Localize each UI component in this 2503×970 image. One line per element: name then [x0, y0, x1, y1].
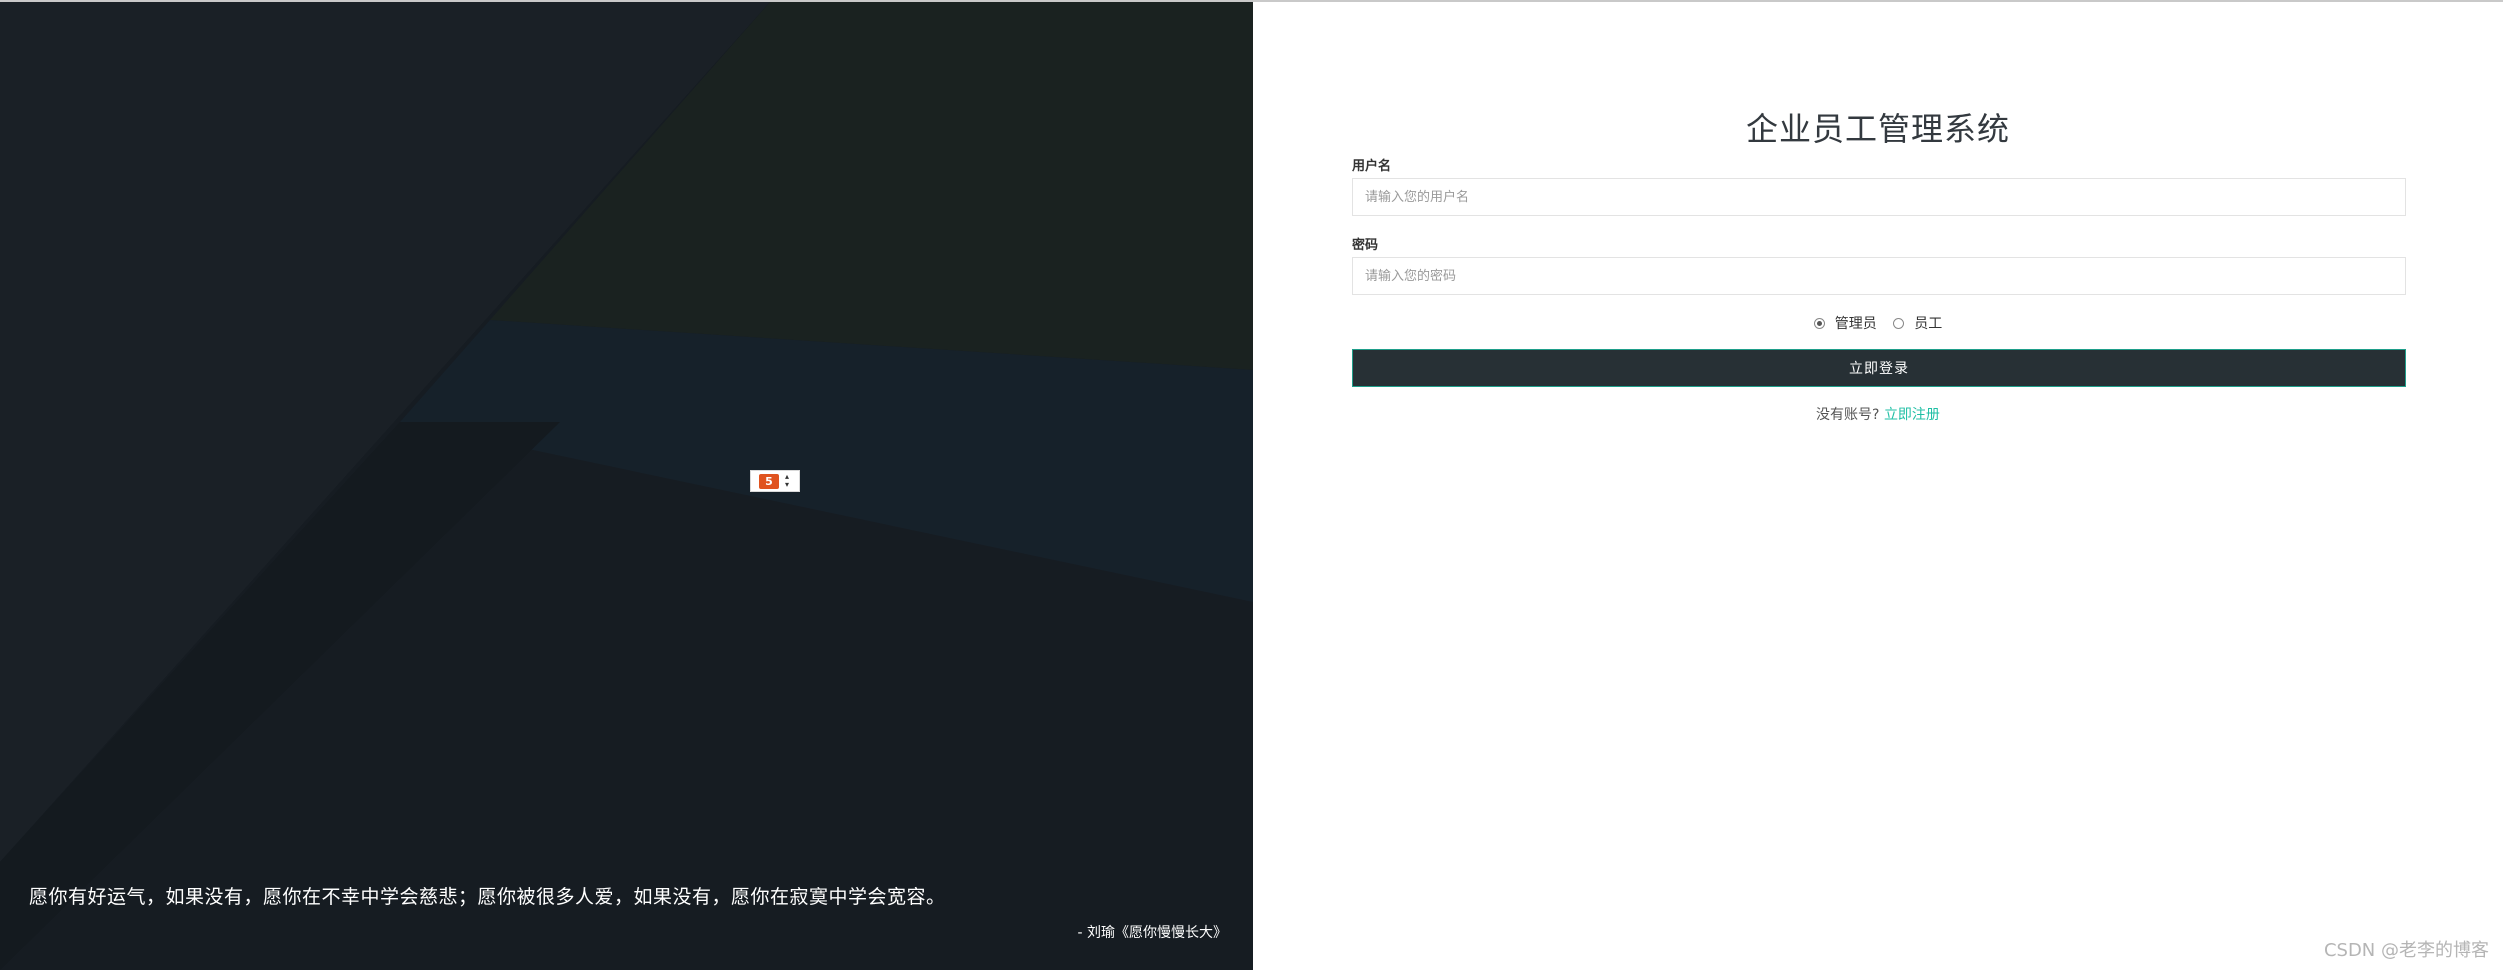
- register-link[interactable]: 立即注册: [1884, 407, 1940, 423]
- radio-employee[interactable]: [1893, 317, 1905, 329]
- login-form-panel: 企业员工管理系统 用户名 密码 管理员 员工 立即登录 没有账号? 立即注册: [1253, 2, 2503, 970]
- login-button[interactable]: 立即登录: [1352, 349, 2406, 387]
- hero-panel: 5 ▴ ▾ 愿你有好运气，如果没有，愿你在不幸中学会慈悲；愿你被很多人爱，如果没有…: [0, 2, 1253, 970]
- hero-quote-author: - 刘瑜《愿你慢慢长大》: [1077, 925, 1227, 941]
- radio-admin[interactable]: [1813, 317, 1825, 329]
- watermark: CSDN @老李的博客: [2323, 940, 2489, 961]
- role-option-admin[interactable]: 管理员: [1813, 313, 1877, 333]
- username-input[interactable]: [1352, 178, 2406, 216]
- html5-logo-icon: 5: [759, 474, 779, 489]
- password-input[interactable]: [1352, 257, 2406, 295]
- page-title: 企业员工管理系统: [1745, 110, 2010, 148]
- role-radio-group: 管理员 员工: [1253, 313, 2503, 333]
- no-account-text: 没有账号?: [1816, 407, 1880, 423]
- role-employee-label: 员工: [1914, 316, 1943, 332]
- role-admin-label: 管理员: [1834, 316, 1877, 332]
- background-shapes: [0, 2, 1253, 970]
- hero-quote: 愿你有好运气，如果没有，愿你在不幸中学会慈悲；愿你被很多人爱，如果没有，愿你在寂…: [29, 886, 946, 908]
- login-page: 5 ▴ ▾ 愿你有好运气，如果没有，愿你在不幸中学会慈悲；愿你被很多人爱，如果没有…: [0, 0, 2503, 970]
- broken-image-icon: 5 ▴ ▾: [750, 470, 800, 492]
- chevron-updown-icon: ▴ ▾: [785, 472, 790, 489]
- role-option-employee[interactable]: 员工: [1893, 313, 1942, 333]
- register-prompt: 没有账号? 立即注册: [1253, 404, 2503, 424]
- password-label: 密码: [1352, 238, 1379, 253]
- username-label: 用户名: [1352, 159, 1392, 174]
